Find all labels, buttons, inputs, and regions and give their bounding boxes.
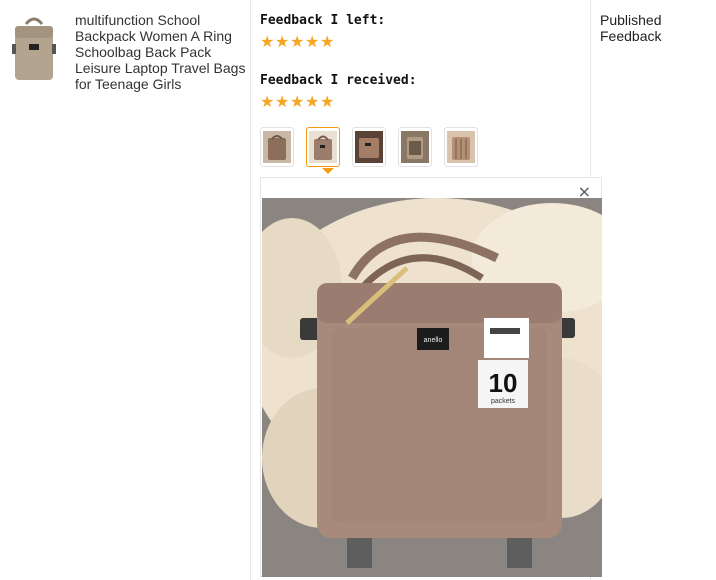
feedback-photo-large: anello 10 packets [242,198,632,577]
star-icon: ★ [320,92,335,111]
feedback-photo-thumb-4[interactable] [398,127,432,167]
product-thumbnail[interactable] [9,14,59,84]
column-divider-1 [250,0,251,580]
star-icon: ★ [260,32,275,51]
feedback-left-stars: ★ ★ ★ ★ ★ [260,32,335,51]
star-icon: ★ [260,92,275,111]
star-icon: ★ [305,32,320,51]
product-title[interactable]: multifunction School Backpack Women A Ri… [75,12,247,92]
feedback-status: Published Feedback [600,12,662,44]
tag-number: 10 [489,368,518,398]
feedback-photo-thumb-1[interactable] [260,127,294,167]
feedback-photo-thumb-2[interactable] [306,127,340,167]
feedback-received-label: Feedback I received: [260,73,417,88]
star-icon: ★ [275,92,290,111]
star-icon: ★ [305,92,320,111]
tag-word: packets [491,398,516,405]
star-icon: ★ [320,32,335,51]
active-photo-pointer [322,168,334,174]
brand-label: anello [424,337,443,344]
feedback-photo-thumb-3[interactable] [352,127,386,167]
feedback-left-label: Feedback I left: [260,13,386,28]
feedback-received-stars: ★ ★ ★ ★ ★ [260,92,335,111]
star-icon: ★ [290,92,305,111]
photo-viewer: × anello 10 packets [242,177,632,577]
feedback-photo-strip [260,127,478,167]
star-icon: ★ [290,32,305,51]
feedback-photo-thumb-5[interactable] [444,127,478,167]
star-icon: ★ [275,32,290,51]
